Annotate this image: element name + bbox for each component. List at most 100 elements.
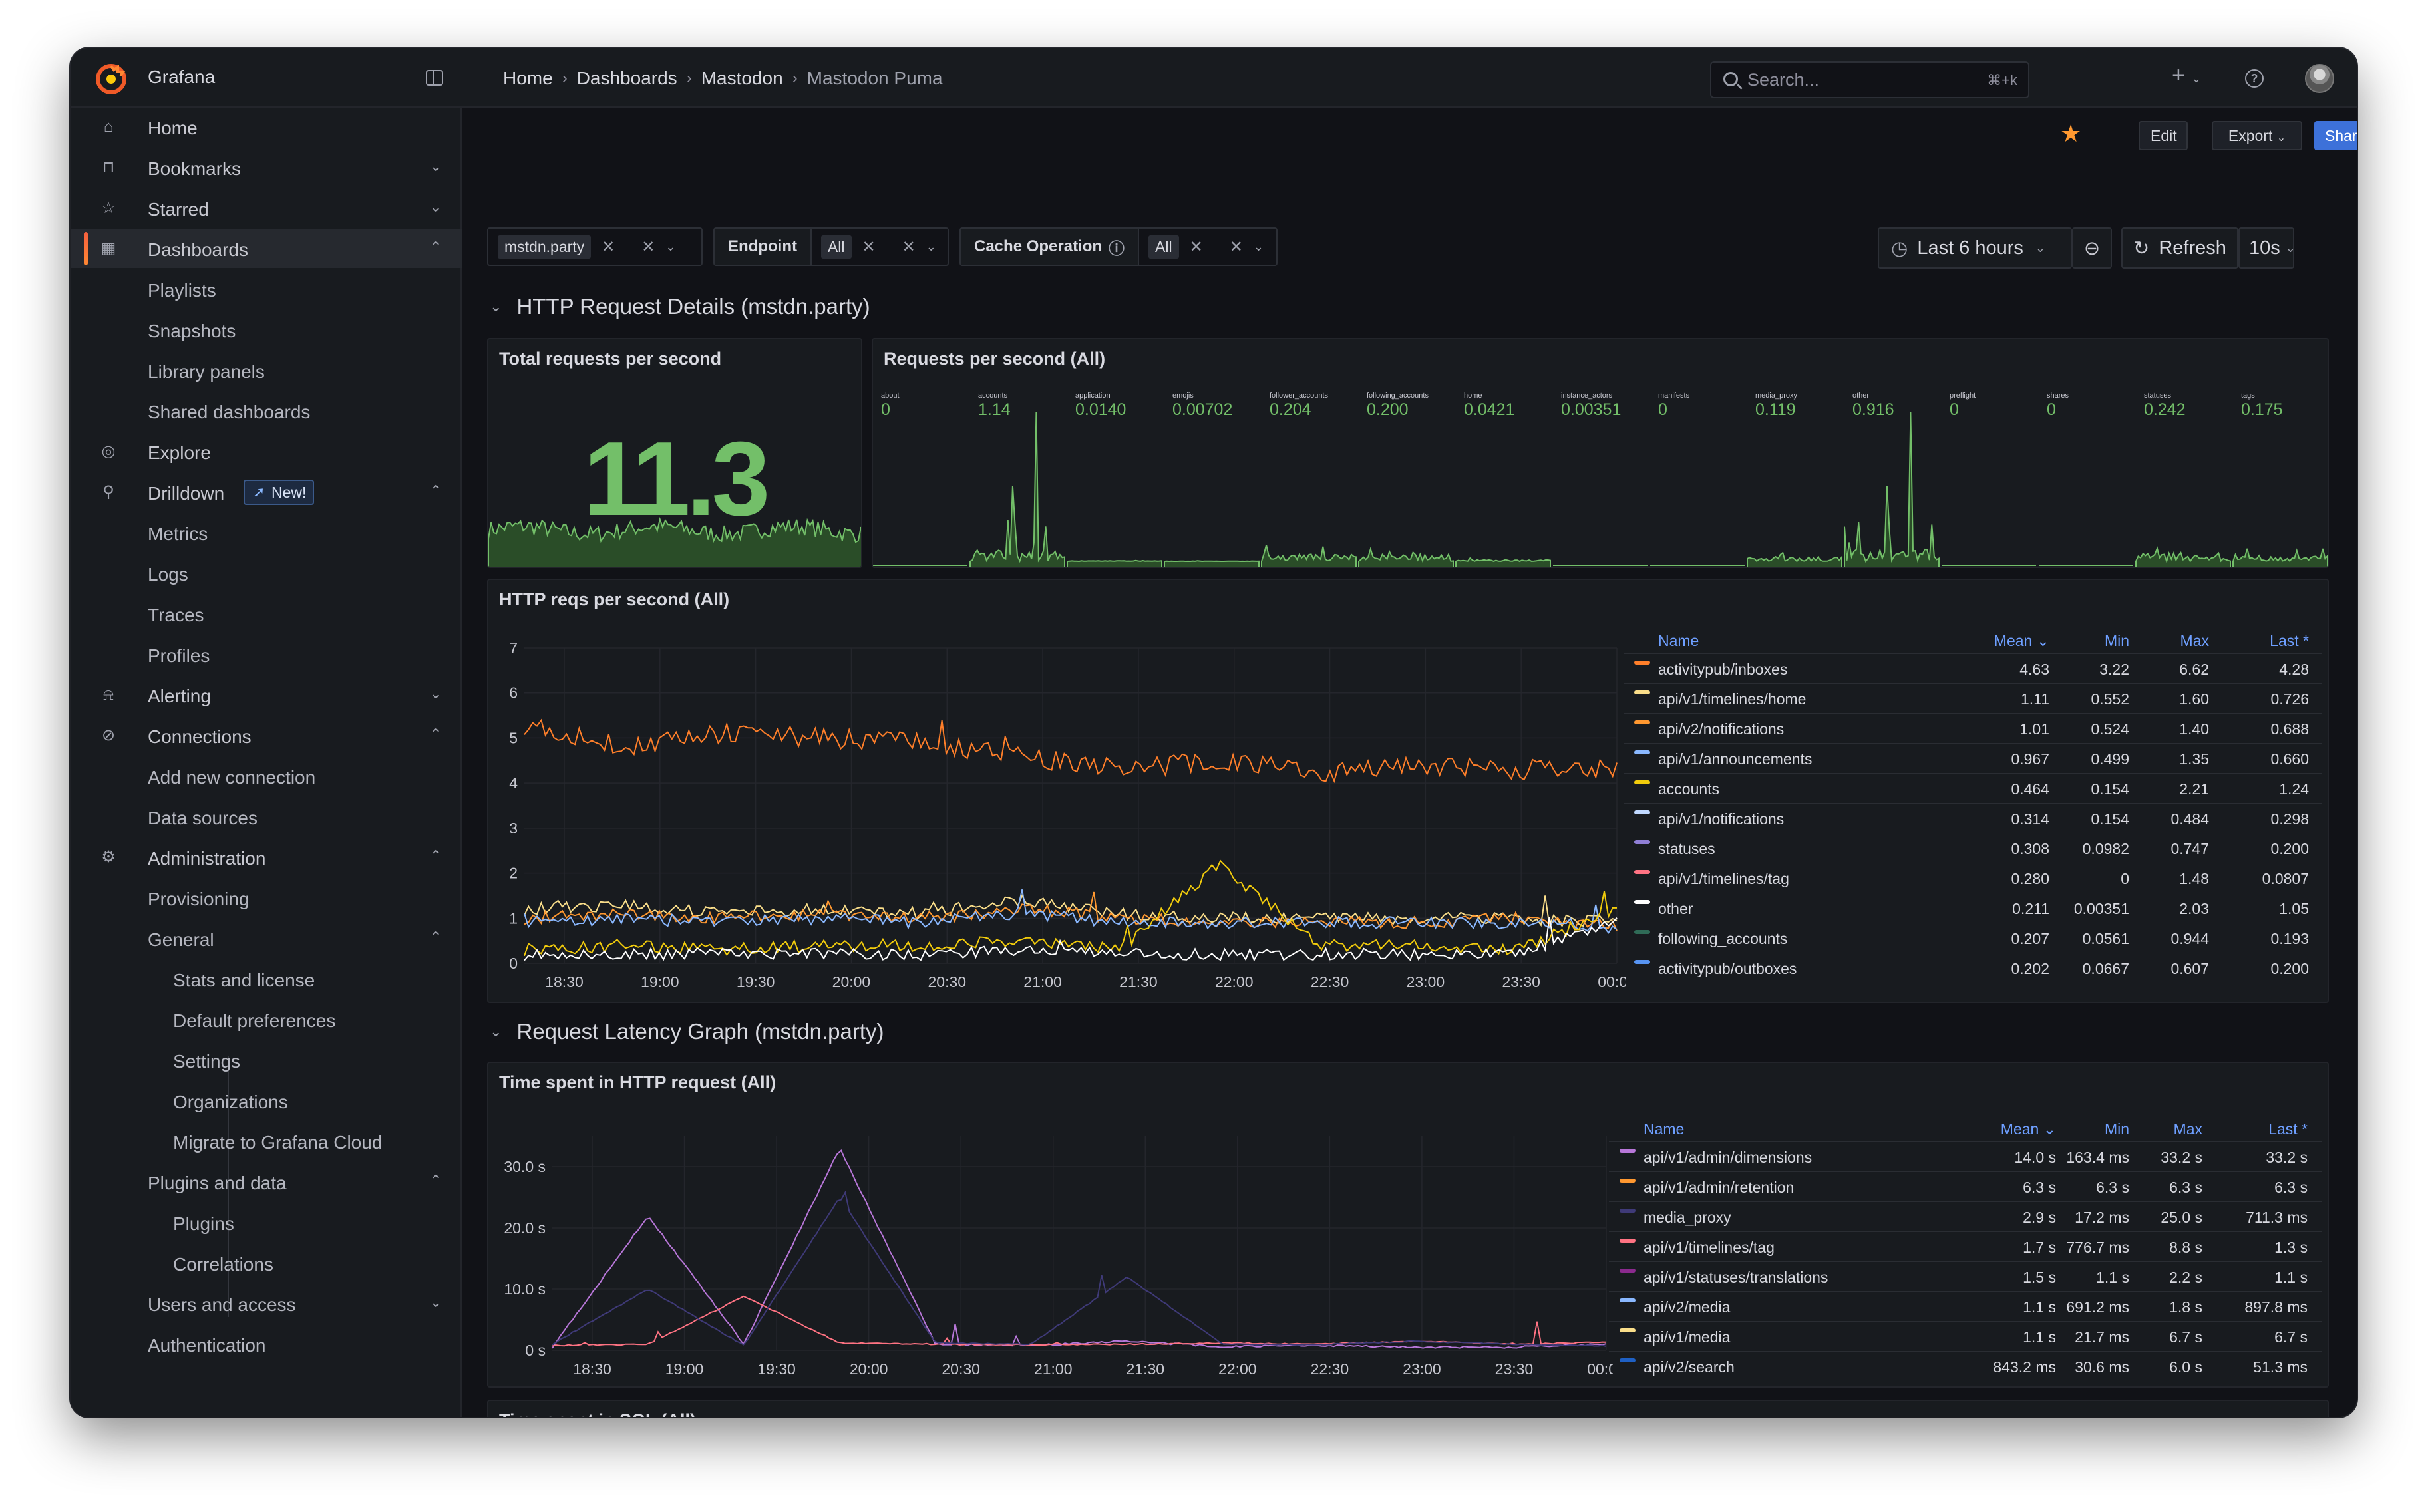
sidebar-item-migrate-to-grafana-cloud[interactable]: Migrate to Grafana Cloud — [71, 1122, 462, 1161]
row-request-latency[interactable]: ⌄ Request Latency Graph (mstdn.party) — [490, 1019, 884, 1044]
chevron-up-icon[interactable]: ⌃ — [430, 482, 442, 500]
legend-header-min[interactable]: Min — [2105, 1120, 2129, 1138]
sidebar-item-metrics[interactable]: Metrics — [71, 514, 462, 552]
sidebar-item-drilldown[interactable]: ⚲ Drilldown New! ⌃ — [71, 473, 462, 512]
breadcrumb-home[interactable]: Home — [503, 68, 553, 89]
legend-header-mean[interactable]: Mean ⌄ — [1994, 632, 2049, 650]
zoom-out-button[interactable]: ⊖ — [2072, 227, 2112, 269]
legend-row[interactable]: api/v1/timelines/home 1.11 0.552 1.60 0.726 — [1624, 683, 2322, 713]
remove-icon[interactable]: ✕ — [862, 237, 876, 257]
sidebar-item-home[interactable]: ⌂ Home — [71, 108, 462, 146]
legend-header-name[interactable]: Name — [1658, 632, 1699, 650]
sidebar-item-dashboards[interactable]: ▦ Dashboards ⌃ — [71, 229, 462, 268]
sidebar-item-plugins[interactable]: Plugins — [71, 1203, 462, 1242]
chevron-down-icon[interactable]: ⌄ — [430, 1294, 442, 1311]
search-input[interactable]: Search... ⌘+k — [1710, 61, 2029, 98]
sidebar-item-users-and-access[interactable]: Users and access ⌄ — [71, 1285, 462, 1323]
share-button[interactable]: Share — [2314, 121, 2357, 150]
sidebar-item-shared-dashboards[interactable]: Shared dashboards — [71, 392, 462, 430]
chevron-down-icon[interactable]: ⌄ — [430, 685, 442, 702]
time-range-picker[interactable]: ◷ Last 6 hours ⌄ — [1878, 227, 2072, 269]
breadcrumb-dashboards[interactable]: Dashboards — [577, 68, 677, 89]
sidebar-item-profiles[interactable]: Profiles — [71, 635, 462, 674]
sidebar-item-traces[interactable]: Traces — [71, 595, 462, 633]
legend-row[interactable]: accounts 0.464 0.154 2.21 1.24 — [1624, 773, 2322, 803]
legend-row[interactable]: other 0.211 0.00351 2.03 1.05 — [1624, 893, 2322, 923]
legend-row[interactable]: api/v1/announcements 0.967 0.499 1.35 0.660 — [1624, 743, 2322, 773]
breadcrumb-mastodon[interactable]: Mastodon — [701, 68, 783, 89]
sidebar-item-bookmarks[interactable]: ⊓ Bookmarks ⌄ — [71, 148, 462, 187]
legend-row[interactable]: statuses 0.308 0.0982 0.747 0.200 — [1624, 833, 2322, 863]
dock-menu-icon[interactable] — [426, 70, 443, 86]
legend-row[interactable]: api/v1/admin/retention 6.3 s 6.3 s 6.3 s 6.3… — [1609, 1171, 2322, 1201]
sidebar-item-correlations[interactable]: Correlations — [71, 1244, 462, 1283]
sidebar-item-logs[interactable]: Logs — [71, 554, 462, 593]
sidebar-item-snapshots[interactable]: Snapshots — [71, 311, 462, 349]
clear-icon[interactable]: ✕ — [641, 237, 655, 257]
sidebar-item-add-new-connection[interactable]: Add new connection — [71, 757, 462, 796]
sidebar-item-playlists[interactable]: Playlists — [71, 270, 462, 309]
chevron-up-icon[interactable]: ⌃ — [430, 726, 442, 743]
sidebar-item-library-panels[interactable]: Library panels — [71, 351, 462, 390]
edit-button[interactable]: Edit — [2139, 121, 2188, 150]
chevron-up-icon[interactable]: ⌃ — [430, 1172, 442, 1189]
info-icon[interactable]: ⓘ — [1109, 235, 1125, 259]
remove-icon[interactable]: ✕ — [602, 237, 615, 257]
sidebar-item-explore[interactable]: ◎ Explore — [71, 432, 462, 471]
legend-header-name[interactable]: Name — [1644, 1120, 1684, 1138]
sidebar-item-provisioning[interactable]: Provisioning — [71, 879, 462, 917]
sidebar-item-alerting[interactable]: ⍾ Alerting ⌄ — [71, 676, 462, 714]
remove-icon[interactable]: ✕ — [1190, 237, 1203, 257]
sidebar-item-general[interactable]: General ⌃ — [71, 919, 462, 958]
sql-panel[interactable]: Time spent in SQL (All) — [487, 1400, 2329, 1417]
sidebar-item-data-sources[interactable]: Data sources — [71, 798, 462, 836]
latency-panel[interactable]: Time spent in HTTP request (All) 0 s 10.0… — [487, 1062, 2329, 1388]
legend-row[interactable]: following_accounts 0.207 0.0561 0.944 0.193 — [1624, 923, 2322, 953]
sidebar-item-connections[interactable]: ⊘ Connections ⌃ — [71, 716, 462, 755]
chevron-down-icon[interactable]: ⌄ — [665, 240, 675, 254]
chevron-up-icon[interactable]: ⌃ — [430, 929, 442, 946]
legend-row[interactable]: api/v1/admin/dimensions 14.0 s 163.4 ms 33.… — [1609, 1141, 2322, 1171]
refresh-interval-picker[interactable]: 10s ⌄ — [2238, 227, 2296, 269]
star-icon[interactable]: ★ — [2060, 120, 2081, 148]
chevron-up-icon[interactable]: ⌃ — [430, 847, 442, 865]
legend-row[interactable]: api/v2/media 1.1 s 691.2 ms 1.8 s 897.8 ms — [1609, 1291, 2322, 1321]
sidebar-item-default-preferences[interactable]: Default preferences — [71, 1000, 462, 1039]
clear-icon[interactable]: ✕ — [1230, 237, 1243, 257]
instance-variable[interactable]: mstdn.party ✕ ✕ ⌄ — [487, 227, 703, 266]
help-icon[interactable]: ? — [2245, 69, 2264, 88]
legend-row[interactable]: api/v1/timelines/tag 0.280 0 1.48 0.0807 — [1624, 863, 2322, 893]
legend-header-last[interactable]: Last * — [2268, 1120, 2308, 1138]
row-http-request-details[interactable]: ⌄ HTTP Request Details (mstdn.party) — [490, 294, 870, 319]
total-requests-panel[interactable]: Total requests per second 11.3 — [487, 338, 862, 568]
sidebar-item-administration[interactable]: ⚙ Administration ⌃ — [71, 838, 462, 877]
endpoint-variable[interactable]: Endpoint All ✕ ✕ ⌄ — [713, 227, 949, 266]
sidebar-item-authentication[interactable]: Authentication — [71, 1325, 462, 1364]
legend-header-max[interactable]: Max — [2180, 632, 2209, 650]
chevron-down-icon[interactable]: ⌄ — [430, 198, 442, 216]
legend-row[interactable]: api/v1/media 1.1 s 21.7 ms 6.7 s 6.7 s — [1609, 1321, 2322, 1351]
http-reqs-panel[interactable]: HTTP reqs per second (All) 0 1 2 3 4 5 6 7 18:30… — [487, 579, 2329, 1003]
add-new-icon[interactable]: + ⌄ — [2172, 63, 2201, 88]
legend-row[interactable]: api/v1/notifications 0.314 0.154 0.484 0.298 — [1624, 803, 2322, 833]
legend-row[interactable]: media_proxy 2.9 s 17.2 ms 25.0 s 711.3 ms — [1609, 1201, 2322, 1231]
clear-icon[interactable]: ✕ — [902, 237, 916, 257]
legend-row[interactable]: activitypub/outboxes 0.202 0.0667 0.607 0.20… — [1624, 953, 2322, 983]
chevron-down-icon[interactable]: ⌄ — [430, 158, 442, 175]
legend-header-max[interactable]: Max — [2174, 1120, 2202, 1138]
requests-per-second-panel[interactable]: Requests per second (All) about 0 accounts… — [872, 338, 2329, 568]
chevron-down-icon[interactable]: ⌄ — [926, 240, 936, 254]
legend-header-min[interactable]: Min — [2105, 632, 2129, 650]
refresh-button[interactable]: ↻ Refresh — [2121, 227, 2238, 269]
sidebar-item-stats-and-license[interactable]: Stats and license — [71, 960, 462, 998]
legend-header-mean[interactable]: Mean ⌄ — [2001, 1120, 2056, 1138]
sidebar-item-starred[interactable]: ☆ Starred ⌄ — [71, 189, 462, 227]
chevron-up-icon[interactable]: ⌃ — [430, 239, 442, 256]
legend-row[interactable]: api/v1/timelines/tag 1.7 s 776.7 ms 8.8 s 1.… — [1609, 1231, 2322, 1261]
sidebar-item-plugins-and-data[interactable]: Plugins and data ⌃ — [71, 1163, 462, 1201]
export-button[interactable]: Export ⌄ — [2212, 121, 2302, 150]
legend-row[interactable]: api/v2/notifications 1.01 0.524 1.40 0.688 — [1624, 713, 2322, 743]
sidebar-item-organizations[interactable]: Organizations — [71, 1082, 462, 1120]
grafana-logo-icon[interactable] — [96, 64, 126, 94]
legend-row[interactable]: api/v2/search 843.2 ms 30.6 ms 6.0 s 51.3 ms — [1609, 1351, 2322, 1381]
